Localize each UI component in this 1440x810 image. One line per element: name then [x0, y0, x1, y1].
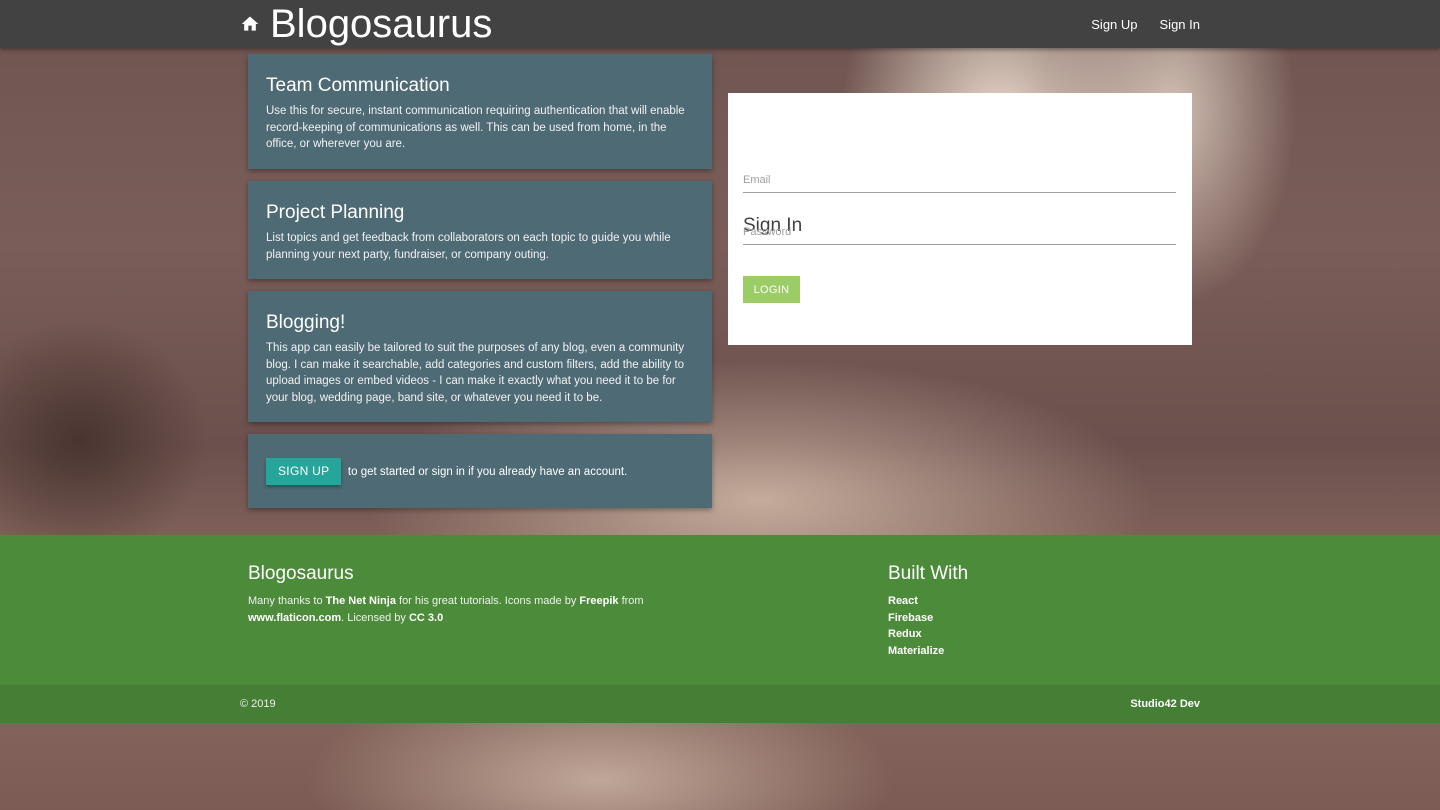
brand-title: Blogosaurus: [270, 2, 493, 46]
footer-title: Blogosaurus: [248, 563, 354, 584]
card-title: Project Planning: [266, 202, 405, 223]
home-icon: [240, 14, 260, 34]
signup-cta-text: to get started or sign in if you already…: [347, 465, 628, 478]
nav-links: Sign Up Sign In: [1069, 0, 1200, 48]
nav-signin-link[interactable]: Sign In: [1160, 17, 1200, 32]
credit-flaticon: www.flaticon.com: [248, 611, 342, 624]
signup-button[interactable]: Sign Up: [266, 458, 342, 485]
brand-logo-link[interactable]: Blogosaurus: [240, 0, 492, 48]
signin-form: Sign In Login: [728, 93, 1192, 345]
built-with-list: React Firebase Redux Materialize: [888, 593, 944, 659]
built-with-item: React: [888, 595, 918, 607]
credits-text: from: [618, 595, 644, 607]
built-with-item: Firebase: [888, 611, 934, 624]
card-team-communication: Team Communication Use this for secure, …: [248, 54, 712, 169]
navbar: Blogosaurus Sign Up Sign In: [0, 0, 1440, 48]
card-project-planning: Project Planning List topics and get fee…: [248, 181, 712, 279]
card-title: Team Communication: [266, 75, 450, 96]
credits-text: for his great tutorials. Icons made by: [395, 595, 580, 607]
nav-signup-link[interactable]: Sign Up: [1091, 17, 1137, 32]
card-blogging: Blogging! This app can easily be tailore…: [248, 291, 712, 422]
footer-copyright-bar: © 2019 Studio42 Dev: [0, 685, 1440, 723]
card-body: List topics and get feedback from collab…: [266, 232, 671, 261]
credits-text: . Licensed by: [341, 611, 409, 624]
built-with-item: Redux: [888, 628, 922, 640]
copyright-text: © 2019: [240, 698, 276, 710]
email-field[interactable]: [743, 168, 1176, 193]
studio-credit: Studio42 Dev: [1130, 698, 1200, 710]
credit-net-ninja: The Net Ninja: [325, 595, 396, 607]
card-body: Use this for secure, instant communicati…: [266, 105, 685, 150]
page-footer: Blogosaurus Many thanks to The Net Ninja…: [0, 535, 1440, 685]
credit-license: CC 3.0: [408, 611, 444, 624]
built-with-title: Built With: [888, 563, 969, 584]
credits-text: Many thanks to: [248, 595, 326, 607]
login-button[interactable]: Login: [743, 276, 800, 303]
card-body: This app can easily be tailored to suit …: [266, 342, 685, 404]
credit-freepik: Freepik: [579, 595, 619, 607]
card-signup-cta: Sign Up to get started or sign in if you…: [248, 434, 712, 508]
card-title: Blogging!: [266, 312, 346, 333]
footer-credits: Many thanks to The Net Ninja for his gre…: [248, 593, 668, 626]
built-with-item: Materialize: [888, 644, 945, 657]
password-field[interactable]: [743, 220, 1176, 245]
